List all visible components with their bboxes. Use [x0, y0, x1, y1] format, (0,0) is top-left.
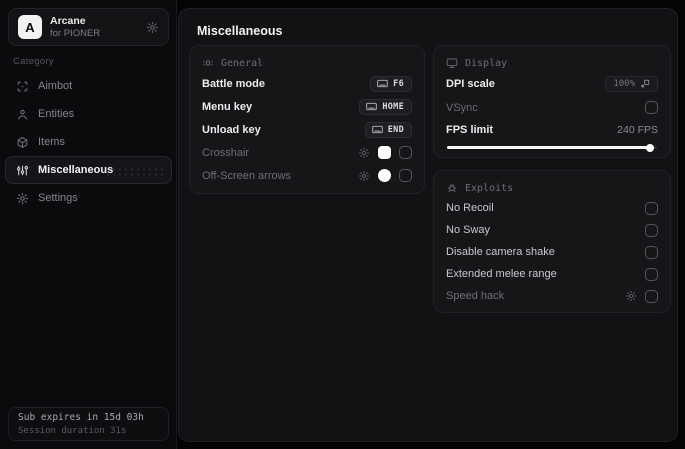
app-subtitle: for PIONER [50, 27, 101, 39]
gear-icon [16, 192, 29, 205]
sub-expiry-text: Sub expires in 15d 03h [18, 412, 144, 423]
keyboard-icon [366, 102, 378, 111]
battle-mode-keybind[interactable]: F6 [370, 75, 412, 92]
offscreen-arrows-label: Off-Screen arrows [202, 169, 292, 182]
vsync-checkbox[interactable] [645, 101, 658, 114]
general-card: General Battle mode F6 Menu key HOME Unl… [189, 45, 425, 194]
sidebar-item-label: Settings [38, 192, 78, 204]
sliders-icon [16, 164, 29, 177]
sidebar: A Arcane for PIONER Category Aimbot Enti… [0, 0, 177, 449]
sidebar-item-items[interactable]: Items [5, 128, 172, 156]
app-brand-card: A Arcane for PIONER [8, 8, 169, 46]
crosshair-row: Crosshair [202, 141, 412, 164]
dpi-scale-value-badge[interactable]: 100% [605, 76, 658, 92]
active-item-dots-decoration [105, 167, 163, 179]
menu-key-row: Menu key HOME [202, 95, 412, 118]
fps-limit-row: FPS limit 240 FPS [446, 119, 658, 141]
crosshair-label: Crosshair [202, 146, 250, 159]
fps-slider-fill [447, 143, 654, 152]
extended-melee-range-label: Extended melee range [446, 268, 557, 280]
speed-hack-settings-gear-icon[interactable] [625, 290, 637, 302]
monitor-icon [446, 57, 458, 69]
battle-mode-label: Battle mode [202, 77, 265, 90]
unload-key-label: Unload key [202, 123, 261, 136]
disable-camera-shake-label: Disable camera shake [446, 246, 555, 258]
speed-hack-label: Speed hack [446, 290, 505, 302]
crosshair-settings-gear-icon[interactable] [358, 147, 370, 159]
fps-limit-slider[interactable] [447, 143, 657, 152]
app-name: Arcane [50, 14, 86, 27]
package-icon [16, 136, 29, 149]
session-duration-text: Session duration 31s [18, 425, 127, 436]
menu-key-label: Menu key [202, 100, 253, 113]
fps-limit-label: FPS limit [446, 124, 494, 136]
speed-hack-checkbox[interactable] [645, 289, 658, 303]
no-sway-row: No Sway [446, 219, 658, 241]
dpi-scale-row: DPI scale 100% [446, 72, 658, 96]
main-panel: Miscellaneous General Battle mode F6 Men… [178, 8, 678, 442]
keyboard-icon [377, 79, 388, 88]
speed-hack-row: Speed hack [446, 285, 658, 307]
no-recoil-checkbox[interactable] [645, 201, 658, 215]
battle-mode-row: Battle mode F6 [202, 72, 412, 95]
menu-keybind[interactable]: HOME [359, 98, 412, 115]
general-card-title: General [221, 57, 264, 69]
sidebar-item-label: Aimbot [38, 80, 73, 92]
page-title: Miscellaneous [197, 24, 283, 38]
exploits-card: Exploits No Recoil No Sway Disable camer… [433, 170, 671, 313]
no-recoil-label: No Recoil [446, 202, 494, 214]
no-sway-checkbox[interactable] [645, 223, 658, 237]
crosshair-color-swatch[interactable] [378, 146, 391, 159]
sidebar-item-miscellaneous[interactable]: Miscellaneous [5, 156, 172, 184]
no-sway-label: No Sway [446, 224, 491, 236]
disable-camera-shake-row: Disable camera shake [446, 241, 658, 263]
unload-keybind[interactable]: END [364, 121, 412, 138]
app-window: A Arcane for PIONER Category Aimbot Enti… [0, 0, 685, 449]
extended-melee-range-checkbox[interactable] [645, 267, 658, 281]
category-label: Category [13, 56, 54, 67]
grid-dots-icon [202, 57, 214, 69]
display-card-title: Display [465, 57, 508, 69]
vsync-row: VSync [446, 96, 658, 119]
bug-icon [446, 182, 458, 194]
offscreen-checkbox[interactable] [399, 169, 412, 182]
sidebar-item-entities[interactable]: Entities [5, 100, 172, 128]
exploits-card-title: Exploits [465, 182, 514, 194]
crosshair-checkbox[interactable] [399, 146, 412, 159]
sidebar-nav: Aimbot Entities Items Miscellaneous Sett… [5, 72, 172, 212]
brand-settings-icon[interactable] [146, 21, 159, 34]
sidebar-item-aimbot[interactable]: Aimbot [5, 72, 172, 100]
subscription-info-card: Sub expires in 15d 03h Session duration … [8, 407, 169, 441]
sidebar-item-label: Entities [38, 108, 75, 120]
disable-camera-shake-checkbox[interactable] [645, 245, 658, 259]
scale-icon [640, 79, 650, 89]
unload-key-row: Unload key END [202, 118, 412, 141]
crosshair-scan-icon [16, 80, 29, 93]
offscreen-color-swatch[interactable] [378, 169, 391, 182]
sidebar-item-label: Items [38, 136, 65, 148]
no-recoil-row: No Recoil [446, 197, 658, 219]
keyboard-icon [371, 125, 383, 134]
vsync-label: VSync [446, 101, 478, 114]
offscreen-settings-gear-icon[interactable] [358, 170, 370, 182]
offscreen-arrows-row: Off-Screen arrows [202, 164, 412, 187]
display-card: Display DPI scale 100% VSync FPS limit 2… [433, 45, 671, 158]
extended-melee-range-row: Extended melee range [446, 263, 658, 285]
fps-slider-knob[interactable] [645, 143, 654, 152]
fps-limit-value: 240 FPS [617, 124, 658, 136]
sidebar-item-settings[interactable]: Settings [5, 184, 172, 212]
entities-icon [16, 108, 29, 121]
sidebar-item-label: Miscellaneous [38, 164, 114, 176]
app-logo: A [18, 15, 42, 39]
dpi-scale-label: DPI scale [446, 78, 495, 90]
